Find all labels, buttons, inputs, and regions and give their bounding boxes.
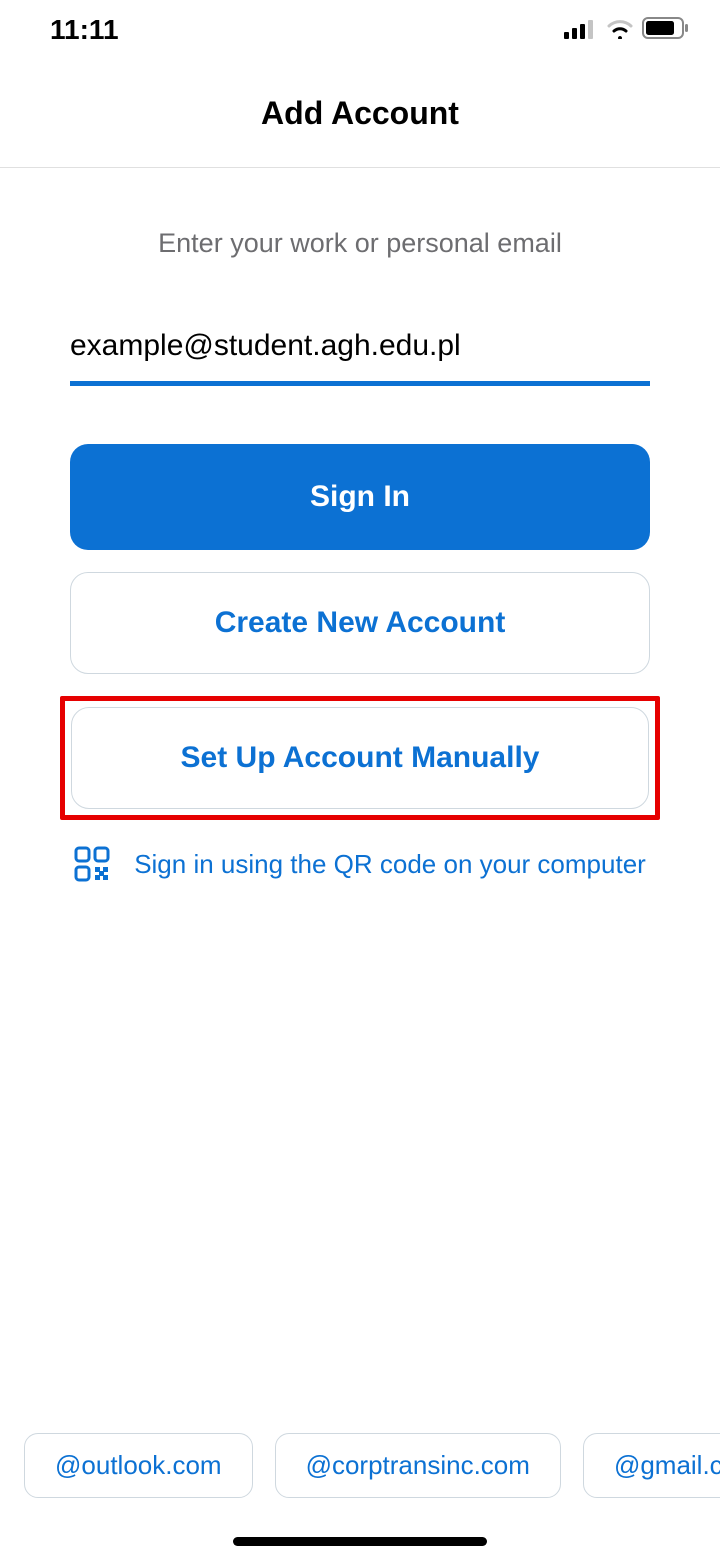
home-indicator[interactable]	[233, 1537, 487, 1546]
setup-manually-button[interactable]: Set Up Account Manually	[71, 707, 649, 809]
status-time: 11:11	[50, 14, 119, 46]
wifi-icon	[606, 14, 634, 46]
battery-icon	[642, 14, 690, 46]
page-title: Add Account	[261, 95, 459, 132]
domain-chip-corptransinc[interactable]: @corptransinc.com	[275, 1433, 561, 1498]
nav-header: Add Account	[0, 60, 720, 168]
qr-sign-in-label: Sign in using the QR code on your comput…	[134, 849, 646, 880]
highlight-annotation: Set Up Account Manually	[60, 696, 660, 820]
domain-chip-gmail[interactable]: @gmail.c	[583, 1433, 720, 1498]
cellular-icon	[564, 14, 598, 46]
instruction-text: Enter your work or personal email	[70, 228, 650, 259]
domain-suggestion-bar: @outlook.com @corptransinc.com @gmail.c	[0, 1433, 720, 1498]
domain-chip-outlook[interactable]: @outlook.com	[24, 1433, 253, 1498]
status-bar: 11:11	[0, 0, 720, 60]
create-account-label: Create New Account	[215, 606, 506, 640]
qr-code-icon	[74, 846, 110, 882]
create-account-button[interactable]: Create New Account	[70, 572, 650, 674]
email-input-wrapper[interactable]	[70, 329, 650, 386]
qr-sign-in-link[interactable]: Sign in using the QR code on your comput…	[70, 846, 650, 882]
setup-manually-label: Set Up Account Manually	[181, 741, 540, 775]
sign-in-button[interactable]: Sign In	[70, 444, 650, 550]
sign-in-label: Sign In	[310, 480, 410, 514]
status-indicators	[564, 14, 690, 46]
email-field[interactable]	[70, 329, 650, 363]
